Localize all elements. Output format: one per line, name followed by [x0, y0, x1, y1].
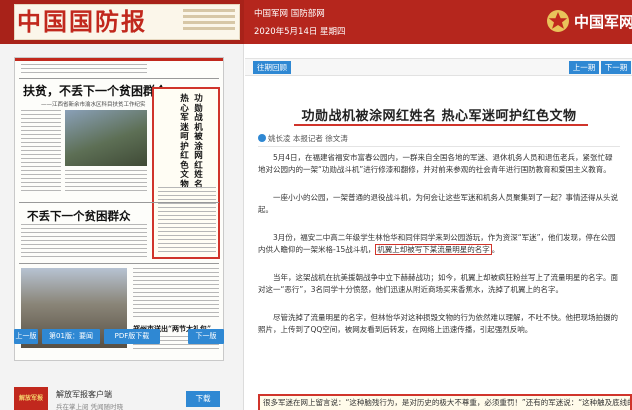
paragraph-4: 当年，这架战机在抗美援朝战争中立下赫赫战功；如今，机翼上却被疯狂粉丝写上了流量明… — [258, 273, 618, 294]
brand-name[interactable]: 中国军网 — [574, 11, 632, 32]
current-page-button[interactable]: 第01版：要闻 — [42, 329, 100, 344]
masthead-decoration — [183, 9, 235, 35]
current-page-label: 第01版：要闻 — [49, 332, 93, 340]
site-name[interactable]: 中国军网 国防部网 — [254, 7, 325, 19]
newspaper-masthead-logo[interactable]: 中国国防报 — [14, 4, 240, 40]
highlighted-phrase: 机翼上却被写下某流量明星的名字 — [375, 244, 492, 255]
thumbnail-rule — [19, 78, 219, 79]
thumbnail-rule — [19, 202, 219, 203]
masthead-panel: 中国国防报 — [0, 0, 244, 44]
app-subtitle: 兵在掌上阅 凭闻随时晓 — [56, 403, 124, 410]
thumbnail-vertical-title-1: 功勋战机被涂网红姓名 — [194, 94, 203, 190]
app-promo: 解放军报 解放军报客户端 兵在掌上阅 凭闻随时晓 下载 — [14, 387, 224, 410]
thumbnail-text-block — [158, 187, 216, 253]
pdf-download-label: PDF版下载 — [114, 332, 150, 340]
thumbnail-text-block — [65, 170, 147, 194]
issue-date: 2020年5月14日 星期四 — [254, 27, 346, 37]
thumbnail-text-block — [133, 268, 219, 320]
next-issue-button[interactable]: 下一期 — [601, 61, 631, 74]
article-byline: 姚长凌 本报记者 徐文涛 — [258, 133, 348, 144]
byline-bullet-icon — [258, 134, 266, 142]
top-banner: 中国国防报 中国军网 国防部网 2020年5月14日 星期四 中国军网 — [0, 0, 632, 44]
highlighted-article-region[interactable]: 功勋战机被涂网红姓名 热心军迷呵护红色文物 — [152, 87, 220, 259]
thumbnail-rule — [19, 263, 219, 264]
masthead-title: 中国国防报 — [17, 7, 147, 36]
highlighted-quote: 很多军迷在网上留言说：“这种脑残行为，是对历史的极大不尊重，必须重罚！”还有的军… — [258, 394, 632, 410]
page-navigation: 上一版 第01版：要闻 PDF版下载 下一版 — [14, 329, 224, 345]
prev-page-button[interactable]: 上一版 — [14, 329, 38, 344]
paragraph-5: 尽管洗掉了流量明星的名字，但林怡华对这种损毁文物的行为依然难以理解，不吐不快。他… — [258, 313, 618, 334]
thumbnail-photo — [65, 110, 147, 166]
app-title[interactable]: 解放军报客户端 — [56, 389, 112, 400]
paragraph-3-end: 。 — [491, 245, 500, 254]
app-download-button[interactable]: 下载 — [186, 391, 220, 407]
prev-issue-button[interactable]: 上一期 — [569, 61, 599, 74]
thumbnail-text-block — [21, 224, 147, 258]
thumbnail-headline: 扶贫，不丢下一个贫困群众 — [23, 84, 168, 98]
next-page-label: 下一版 — [195, 332, 217, 340]
article-title: 功勋战机被涂网红姓名 热心军迷呵护红色文物 — [301, 109, 577, 124]
archive-button[interactable]: 往期回顾 — [253, 61, 291, 74]
army-star-emblem-icon — [547, 10, 569, 32]
issue-toolbar: 往期回顾 上一期 下一期 — [245, 58, 632, 76]
pdf-download-button[interactable]: PDF版下载 — [104, 329, 160, 344]
article-panel: 往期回顾 上一期 下一期 功勋战机被涂网红姓名 热心军迷呵护红色文物 姚长凌 本… — [245, 44, 632, 410]
paragraph-3: 3月份，福安二中高二年级学生林怡华和同伴同学来到公园游玩，作为资深“军迷”，他们… — [258, 232, 618, 256]
newspaper-page-thumbnail[interactable]: 扶贫，不丢下一个贫困群众 ——江西省新余市渝水区科目扶贫工作纪实 功勋战机被涂网… — [14, 57, 224, 361]
byline-text: 姚长凌 本报记者 徐文涛 — [268, 134, 348, 143]
byline-divider — [258, 146, 620, 147]
paragraph-2: 一座小小的公园，一架普通的退役战斗机，为何会让这些军迷和机务人员聚集到了一起？事… — [258, 193, 618, 214]
thumbnail-text-block — [21, 110, 61, 194]
prev-page-label: 上一版 — [15, 332, 37, 340]
paragraph-1: 5月4日，在福建省福安市富春公园内，一群来自全国各地的军迷、退休机务人员和退伍老… — [258, 153, 613, 174]
next-page-button[interactable]: 下一版 — [188, 329, 224, 344]
thumbnail-top-rule — [15, 58, 223, 61]
app-logo[interactable]: 解放军报 — [14, 387, 48, 410]
thumbnail-text-block — [21, 64, 147, 76]
thumbnail-mid-headline: 不丢下一个贫困群众 — [27, 209, 131, 223]
title-highlight-underline — [294, 124, 588, 126]
thumbnail-subline: ——江西省新余市渝水区科目扶贫工作纪实 — [41, 102, 146, 108]
page-preview-panel: 扶贫，不丢下一个贫困群众 ——江西省新余市渝水区科目扶贫工作纪实 功勋战机被涂网… — [0, 44, 244, 410]
thumbnail-vertical-title-2: 热心军迷呵护红色文物 — [180, 94, 189, 190]
